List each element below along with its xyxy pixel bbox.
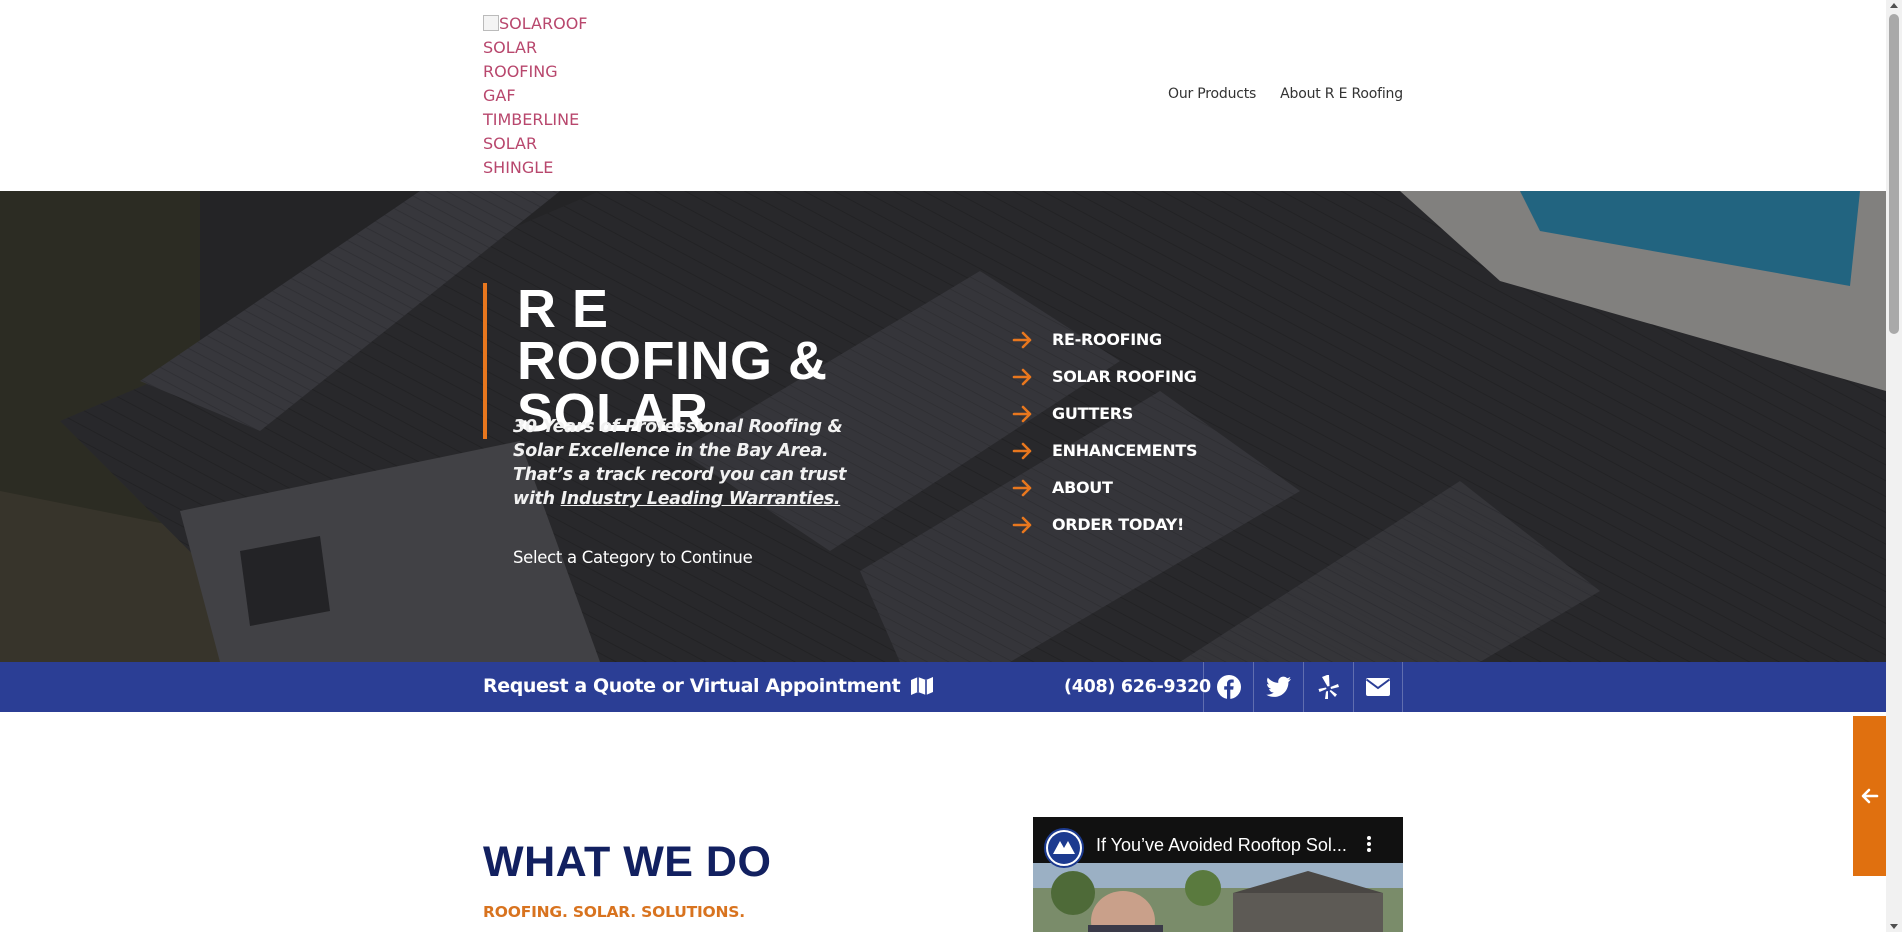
email-link[interactable] [1353, 662, 1403, 712]
side-panel-toggle[interactable] [1853, 716, 1886, 876]
scroll-thumb[interactable] [1889, 14, 1899, 334]
yelp-icon [1318, 675, 1339, 699]
scroll-down-arrow[interactable] [1890, 924, 1898, 929]
select-category-prompt: Select a Category to Continue [513, 548, 753, 567]
contact-bar: Request a Quote or Virtual Appointment (… [0, 662, 1886, 712]
scroll-up-arrow[interactable] [1890, 3, 1898, 8]
category-label: RE-ROOFING [1052, 330, 1162, 349]
arrow-right-icon [1012, 331, 1032, 348]
category-label: GUTTERS [1052, 404, 1133, 423]
nav-about-re-roofing[interactable]: About R E Roofing [1280, 86, 1403, 102]
request-quote-label: Request a Quote or Virtual Appointment [483, 675, 901, 697]
arrow-right-icon [1012, 479, 1032, 496]
category-enhancements[interactable]: ENHANCEMENTS [1012, 432, 1198, 469]
arrow-right-icon [1012, 405, 1032, 422]
category-menu: RE-ROOFING SOLAR ROOFING GUTTERS ENHANCE… [1012, 321, 1198, 543]
twitter-icon [1265, 676, 1291, 697]
category-about[interactable]: ABOUT [1012, 469, 1197, 506]
what-we-do-subheading: ROOFING. SOLAR. SOLUTIONS. [483, 903, 745, 921]
envelope-icon [1365, 678, 1391, 696]
what-we-do-heading: WHAT WE DO [483, 838, 772, 886]
video-thumbnail [1033, 863, 1403, 932]
page-scrollbar[interactable] [1886, 0, 1902, 932]
category-order-today[interactable]: ORDER TODAY! [1012, 506, 1197, 543]
facebook-icon [1216, 675, 1241, 699]
category-re-roofing[interactable]: RE-ROOFING [1012, 321, 1197, 358]
category-solar-roofing[interactable]: SOLAR ROOFING [1012, 358, 1197, 395]
social-links [1203, 662, 1403, 712]
yelp-link[interactable] [1303, 662, 1353, 712]
hero-tagline: 30 Years of Professional Roofing & Solar… [513, 415, 893, 511]
hero-dark-overlay [0, 191, 1886, 662]
more-vertical-icon[interactable] [1363, 834, 1375, 854]
category-label: ORDER TODAY! [1052, 515, 1184, 534]
arrow-right-icon [1012, 442, 1032, 459]
category-label: ABOUT [1052, 478, 1113, 497]
arrow-left-icon [1861, 788, 1878, 804]
warranties-link[interactable]: Industry Leading Warranties. [561, 489, 841, 509]
category-label: ENHANCEMENTS [1052, 441, 1198, 460]
phone-link[interactable]: (408) 626-9320 [1064, 677, 1211, 697]
twitter-link[interactable] [1253, 662, 1303, 712]
request-quote-link[interactable]: Request a Quote or Virtual Appointment [483, 675, 934, 697]
arrow-right-icon [1012, 368, 1032, 385]
channel-logo-icon [1048, 832, 1080, 864]
facebook-link[interactable] [1203, 662, 1253, 712]
youtube-video-embed[interactable]: If You’ve Avoided Rooftop Sol... [1033, 817, 1403, 932]
main-nav: Our Products About R E Roofing [1168, 86, 1403, 102]
nav-our-products[interactable]: Our Products [1168, 86, 1256, 102]
category-label: SOLAR ROOFING [1052, 367, 1197, 386]
broken-image-icon [483, 15, 499, 31]
category-gutters[interactable]: GUTTERS [1012, 395, 1197, 432]
map-icon [911, 677, 934, 695]
site-header: SOLAROOF SOLAR ROOFING GAF TIMBERLINE SO… [0, 0, 1886, 191]
site-logo[interactable]: SOLAROOF SOLAR ROOFING GAF TIMBERLINE SO… [483, 12, 593, 180]
channel-avatar[interactable] [1044, 828, 1084, 868]
video-title[interactable]: If You’ve Avoided Rooftop Sol... [1096, 835, 1356, 856]
logo-alt-text: SOLAROOF SOLAR ROOFING GAF TIMBERLINE SO… [483, 14, 588, 177]
arrow-right-icon [1012, 516, 1032, 533]
hero-banner: R E ROOFING & SOLAR 30 Years of Professi… [0, 191, 1886, 662]
